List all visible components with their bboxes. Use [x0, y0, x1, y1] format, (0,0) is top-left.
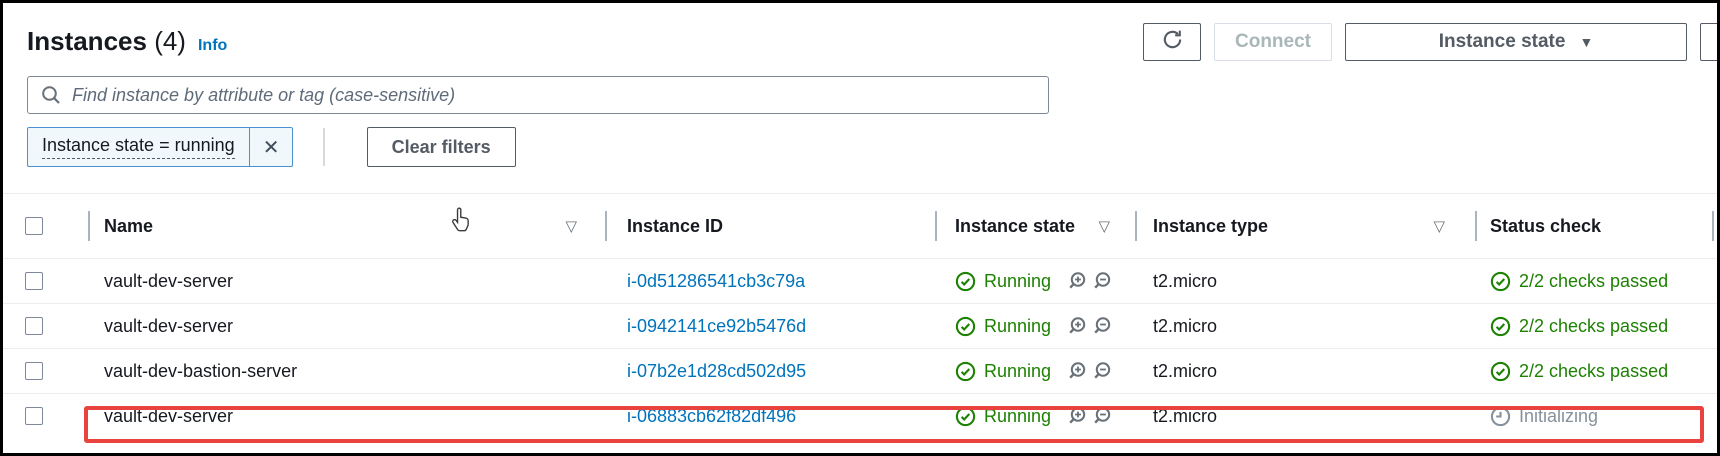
instances-table: Name ▽ Instance ID Instance state ▽ Inst…: [3, 193, 1717, 438]
row-checkbox[interactable]: [25, 407, 43, 425]
instance-state-text: Running: [984, 271, 1051, 292]
instance-state-cell: Running: [935, 259, 1135, 303]
instance-state-cell: Running: [935, 349, 1135, 393]
instance-id-link[interactable]: i-07b2e1d28cd502d95: [627, 361, 806, 382]
instance-state-text: Running: [984, 316, 1051, 337]
header-end-spacer: [1712, 194, 1720, 258]
instance-id-link[interactable]: i-06883cb62f82df496: [627, 406, 796, 427]
page-title: Instances (4): [27, 21, 186, 61]
zoom-in-icon[interactable]: [1066, 270, 1088, 292]
sort-icon: ▽: [1098, 217, 1110, 235]
instance-type-cell: t2.micro: [1135, 304, 1475, 348]
table-row: vault-dev-server i-0942141ce92b5476d Run…: [3, 303, 1717, 348]
status-check-text: 2/2 checks passed: [1519, 316, 1668, 337]
table-row: vault-dev-server i-06883cb62f82df496 Run…: [3, 393, 1717, 438]
filter-token-label: Instance state = running: [28, 128, 249, 166]
status-check-cell: 2/2 checks passed: [1475, 349, 1712, 393]
running-check-circle-icon: [955, 361, 976, 382]
instance-id-link[interactable]: i-0942141ce92b5476d: [627, 316, 806, 337]
column-header-instance-id[interactable]: Instance ID: [605, 194, 935, 258]
column-header-name[interactable]: Name ▽: [88, 194, 605, 258]
instance-type-cell: t2.micro: [1135, 394, 1475, 438]
column-header-instance-type[interactable]: Instance type ▽: [1135, 194, 1475, 258]
zoom-out-icon[interactable]: [1091, 405, 1113, 427]
search-input[interactable]: [27, 76, 1049, 114]
sort-icon: ▽: [565, 217, 577, 235]
status-check-circle-icon: [1490, 316, 1511, 337]
status-check-cell: Initializing: [1475, 394, 1712, 438]
instance-state-dropdown-button[interactable]: Instance state ▼: [1345, 23, 1687, 61]
row-checkbox[interactable]: [25, 317, 43, 335]
status-check-circle-icon: [1490, 271, 1511, 292]
status-check-cell: 2/2 checks passed: [1475, 304, 1712, 348]
row-end-spacer: [1712, 259, 1717, 303]
running-check-circle-icon: [955, 271, 976, 292]
status-check-cell: 2/2 checks passed: [1475, 259, 1712, 303]
status-check-text: Initializing: [1519, 406, 1598, 427]
search-bar: [27, 76, 1049, 114]
select-all-checkbox[interactable]: [25, 217, 43, 235]
column-header-instance-state[interactable]: Instance state ▽: [935, 194, 1135, 258]
clear-filters-button[interactable]: Clear filters: [367, 127, 516, 167]
name-cell: vault-dev-bastion-server: [88, 349, 605, 393]
refresh-icon: [1161, 28, 1184, 57]
state-filter-icons: [1066, 360, 1113, 382]
zoom-out-icon[interactable]: [1091, 315, 1113, 337]
zoom-in-icon[interactable]: [1066, 315, 1088, 337]
row-checkbox[interactable]: [25, 362, 43, 380]
filter-bar: Instance state = running ✕ Clear filters: [27, 127, 1693, 167]
toolbar: Connect Instance state ▼: [1143, 23, 1720, 61]
info-link[interactable]: Info: [198, 26, 227, 66]
connect-button[interactable]: Connect: [1214, 23, 1332, 61]
status-check-text: 2/2 checks passed: [1519, 271, 1668, 292]
table-header-row: Name ▽ Instance ID Instance state ▽ Inst…: [3, 194, 1717, 258]
name-cell: vault-dev-server: [88, 304, 605, 348]
table-row: vault-dev-bastion-server i-07b2e1d28cd50…: [3, 348, 1717, 393]
state-filter-icons: [1066, 405, 1113, 427]
instance-state-cell: Running: [935, 304, 1135, 348]
zoom-in-icon[interactable]: [1066, 405, 1088, 427]
zoom-out-icon[interactable]: [1091, 360, 1113, 382]
search-icon: [40, 84, 62, 111]
table-body: vault-dev-server i-0d51286541cb3c79a Run…: [3, 258, 1717, 438]
instance-state-text: Running: [984, 406, 1051, 427]
name-cell: vault-dev-server: [88, 259, 605, 303]
initializing-clock-icon: [1490, 406, 1511, 427]
refresh-button[interactable]: [1143, 23, 1201, 61]
partial-button[interactable]: [1700, 23, 1720, 61]
table-row: vault-dev-server i-0d51286541cb3c79a Run…: [3, 258, 1717, 303]
filter-token[interactable]: Instance state = running ✕: [27, 127, 293, 167]
running-check-circle-icon: [955, 406, 976, 427]
state-filter-icons: [1066, 315, 1113, 337]
zoom-out-icon[interactable]: [1091, 270, 1113, 292]
row-end-spacer: [1712, 349, 1717, 393]
row-end-spacer: [1712, 394, 1717, 438]
name-cell: vault-dev-server: [88, 394, 605, 438]
sort-icon: ▽: [1433, 217, 1445, 235]
vertical-divider: [323, 128, 325, 166]
instance-state-cell: Running: [935, 394, 1135, 438]
instances-panel: Instances (4) Info Connect Instance stat…: [0, 0, 1720, 456]
instance-id-link[interactable]: i-0d51286541cb3c79a: [627, 271, 805, 292]
running-check-circle-icon: [955, 316, 976, 337]
status-check-circle-icon: [1490, 361, 1511, 382]
column-header-status-check[interactable]: Status check: [1475, 194, 1712, 258]
instance-type-cell: t2.micro: [1135, 349, 1475, 393]
instance-state-text: Running: [984, 361, 1051, 382]
remove-filter-button[interactable]: ✕: [250, 128, 292, 166]
caret-down-icon: ▼: [1579, 35, 1593, 49]
zoom-in-icon[interactable]: [1066, 360, 1088, 382]
close-icon: ✕: [263, 135, 280, 160]
status-check-text: 2/2 checks passed: [1519, 361, 1668, 382]
row-checkbox[interactable]: [25, 272, 43, 290]
instance-count: (4): [154, 26, 186, 56]
row-end-spacer: [1712, 304, 1717, 348]
state-filter-icons: [1066, 270, 1113, 292]
instance-type-cell: t2.micro: [1135, 259, 1475, 303]
